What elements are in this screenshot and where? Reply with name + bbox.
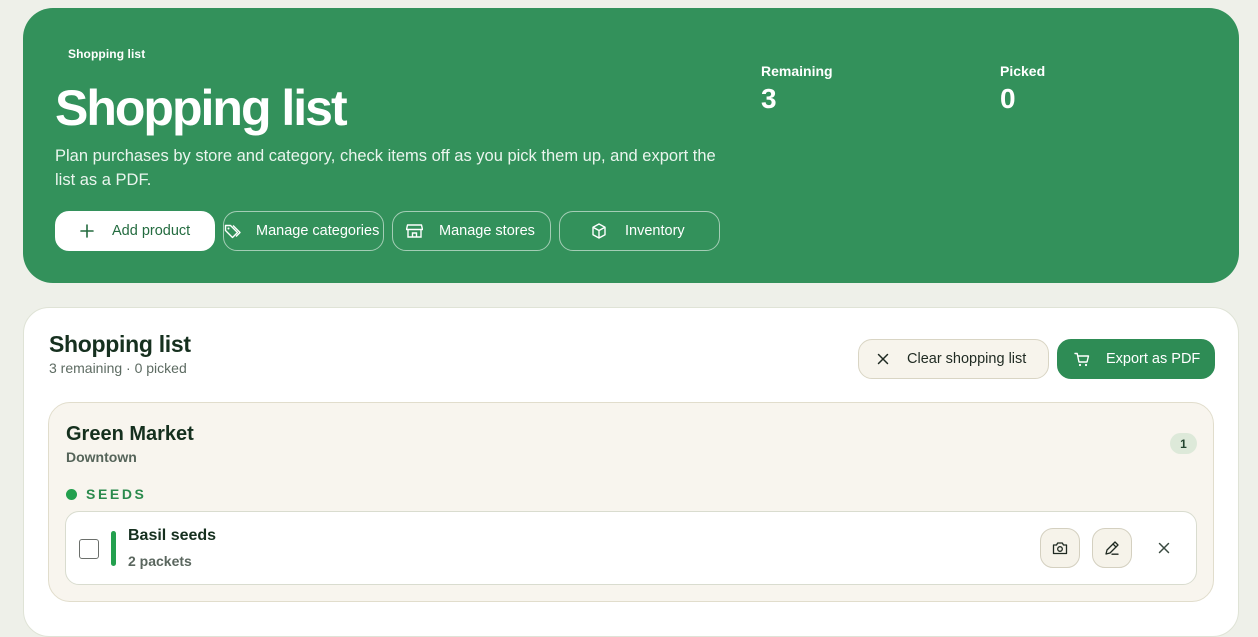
category-color-dot (66, 488, 77, 500)
camera-icon (1052, 542, 1068, 555)
clear-shopping-list-button[interactable]: Clear shopping list (858, 339, 1049, 379)
close-icon (1158, 542, 1170, 554)
stat-picked: Picked 0 (1000, 63, 1045, 115)
stat-picked-label: Picked (1000, 63, 1046, 79)
item-remove-button[interactable] (1144, 528, 1184, 568)
box-icon (592, 223, 606, 239)
manage-categories-label: Manage categories (256, 223, 380, 239)
category-header: SEEDS (66, 486, 146, 502)
stat-remaining: Remaining 3 (761, 63, 833, 115)
hero-actions: Add product Manage categories Manage sto… (55, 211, 720, 251)
export-pdf-button[interactable]: Export as PDF (1057, 339, 1215, 379)
store-location: Downtown (66, 449, 137, 465)
item-photo-button[interactable] (1040, 528, 1080, 568)
clear-shopping-list-label: Clear shopping list (907, 351, 1027, 367)
stat-picked-value: 0 (1000, 83, 1016, 114)
shopping-list-panel: Shopping list 3 remaining · 0 picked Cle… (23, 307, 1239, 637)
stat-remaining-value: 3 (761, 83, 777, 114)
inventory-label: Inventory (625, 223, 685, 239)
inventory-button[interactable]: Inventory (559, 211, 720, 251)
close-icon (877, 353, 889, 365)
item-name: Basil seeds (128, 527, 217, 544)
hero-banner: Shopping list Shopping list Plan purchas… (23, 8, 1239, 283)
page-title: Shopping list (55, 80, 348, 136)
hero-description: Plan purchases by store and category, ch… (55, 147, 716, 189)
manage-stores-button[interactable]: Manage stores (392, 211, 551, 251)
add-product-label: Add product (112, 223, 191, 239)
hero-eyebrow: Shopping list (68, 47, 146, 61)
panel-subtitle: 3 remaining · 0 picked (49, 360, 187, 376)
manage-stores-label: Manage stores (439, 223, 535, 239)
stat-remaining-label: Remaining (761, 63, 833, 79)
pencil-icon (1105, 541, 1119, 555)
item-checkbox[interactable] (79, 539, 99, 559)
cart-icon (1074, 352, 1090, 366)
plus-icon (80, 224, 94, 238)
export-pdf-label: Export as PDF (1106, 351, 1201, 367)
panel-title: Shopping list (49, 331, 191, 357)
add-product-button[interactable]: Add product (55, 211, 215, 251)
storefront-icon (406, 224, 423, 238)
category-color-bar (111, 531, 116, 566)
tag-icon (224, 224, 241, 239)
item-edit-button[interactable] (1092, 528, 1132, 568)
store-item-count-badge: 1 (1170, 433, 1197, 454)
manage-categories-button[interactable]: Manage categories (223, 211, 384, 251)
category-label: SEEDS (86, 486, 147, 502)
store-group: Green Market Downtown 1 SEEDS Basil seed… (48, 402, 1214, 602)
store-name: Green Market (66, 423, 194, 445)
list-item: Basil seeds 2 packets (65, 511, 1197, 585)
item-quantity: 2 packets (128, 553, 192, 569)
